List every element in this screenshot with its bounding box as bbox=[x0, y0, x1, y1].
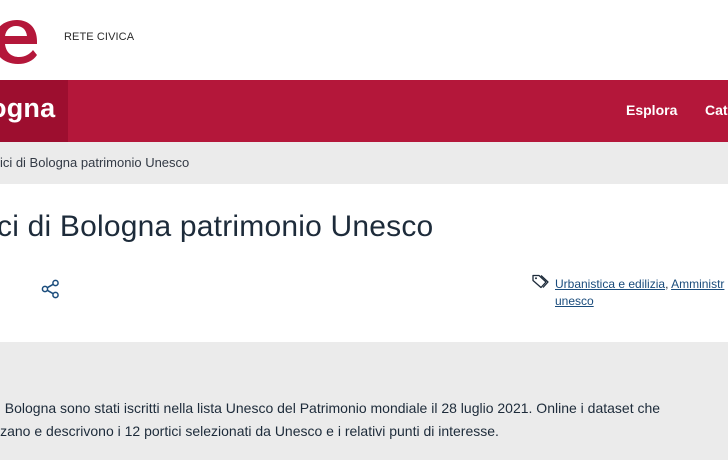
description-line-1: di Bologna sono stati iscritti nella lis… bbox=[0, 400, 661, 416]
description-line-2: izzano e descrivono i 12 portici selezio… bbox=[0, 423, 499, 439]
tag-list: Urbanistica e edilizia, Amministr unesco bbox=[555, 276, 728, 310]
tag-link-urbanistica[interactable]: Urbanistica e edilizia bbox=[555, 277, 665, 291]
tag-separator: , bbox=[665, 277, 669, 291]
tag-link-unesco[interactable]: unesco bbox=[555, 294, 594, 308]
nav-link-categorie[interactable]: Cat bbox=[705, 102, 728, 118]
city-brand-label: ogna bbox=[0, 93, 56, 123]
logo-e-icon bbox=[0, 20, 37, 64]
site-logo[interactable] bbox=[0, 14, 40, 64]
site-header: RETE CIVICA bbox=[0, 0, 728, 80]
breadcrumb: rtici di Bologna patrimonio Unesco bbox=[0, 155, 190, 170]
site-label: RETE CIVICA bbox=[64, 31, 135, 43]
breadcrumb-bar: rtici di Bologna patrimonio Unesco bbox=[0, 142, 728, 184]
page: RETE CIVICA ogna Esplora Cat rtici di Bo… bbox=[0, 0, 728, 460]
main-navigation: ogna Esplora Cat bbox=[0, 80, 728, 142]
page-title: ci di Bologna patrimonio Unesco bbox=[0, 210, 434, 243]
dataset-description: di Bologna sono stati iscritti nella lis… bbox=[0, 397, 728, 443]
share-icon[interactable] bbox=[41, 279, 60, 299]
tag-icon bbox=[532, 274, 549, 289]
tag-link-amministrazione[interactable]: Amministr bbox=[671, 277, 724, 291]
nav-link-esplora[interactable]: Esplora bbox=[626, 102, 677, 118]
city-brand[interactable]: ogna bbox=[0, 80, 68, 142]
